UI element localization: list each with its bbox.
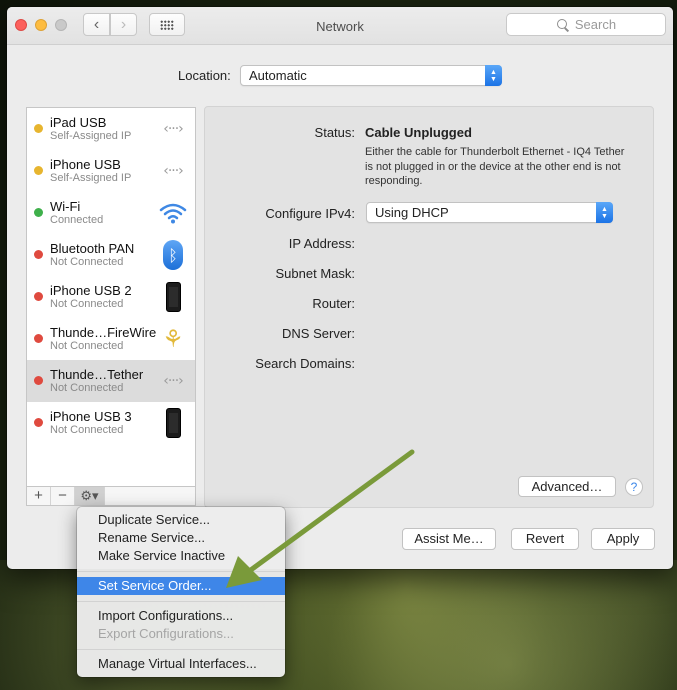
menu-item-make-service-inactive[interactable]: Make Service Inactive	[77, 547, 285, 565]
title-bar: ‹ › Network Search	[7, 7, 673, 45]
dns-server-label: DNS Server:	[282, 326, 355, 341]
search-domains-label: Search Domains:	[255, 356, 355, 371]
configure-ipv4-value: Using DHCP	[375, 205, 449, 220]
configure-ipv4-label: Configure IPv4:	[265, 206, 355, 221]
service-name: Thunde…Tether	[50, 367, 144, 382]
status-dot	[34, 334, 43, 343]
service-list-toolbar: + − ⚙▾	[26, 487, 196, 506]
service-name: iPhone USB 2	[50, 283, 132, 298]
service-name: Thunde…FireWire	[50, 325, 157, 340]
wifi-icon	[157, 197, 189, 229]
service-item-ipad-usb[interactable]: iPad USB Self-Assigned IP ‹···›	[27, 108, 195, 150]
menu-separator	[77, 601, 285, 602]
service-item-bluetooth-pan[interactable]: Bluetooth PAN Not Connected ᛒ	[27, 234, 195, 276]
ethernet-arrows-icon: ‹···›	[163, 163, 184, 179]
gear-context-menu: Duplicate Service... Rename Service... M…	[77, 507, 285, 677]
service-item-wifi[interactable]: Wi-Fi Connected	[27, 192, 195, 234]
status-dot	[34, 124, 43, 133]
assist-me-button[interactable]: Assist Me…	[402, 528, 496, 550]
menu-separator	[77, 649, 285, 650]
configure-ipv4-popup[interactable]: Using DHCP ▲ ▼	[366, 202, 613, 223]
status-dot	[34, 166, 43, 175]
menu-item-import-configurations[interactable]: Import Configurations...	[77, 607, 285, 625]
service-status: Self-Assigned IP	[50, 130, 132, 142]
ip-address-label: IP Address:	[288, 236, 355, 251]
menu-separator	[77, 571, 285, 572]
service-status: Not Connected	[50, 256, 124, 268]
remove-service-button[interactable]: −	[51, 487, 75, 505]
menu-item-manage-virtual-interfaces[interactable]: Manage Virtual Interfaces...	[77, 655, 285, 673]
subnet-mask-label: Subnet Mask:	[275, 266, 356, 281]
status-dot	[34, 292, 43, 301]
gear-menu-button[interactable]: ⚙▾	[75, 487, 105, 505]
service-status: Not Connected	[50, 298, 124, 310]
status-dot	[34, 208, 43, 217]
iphone-icon	[157, 281, 189, 313]
service-item-iphone-usb-2[interactable]: iPhone USB 2 Not Connected	[27, 276, 195, 318]
service-detail-panel: Status: Cable Unplugged Either the cable…	[204, 106, 654, 508]
advanced-button[interactable]: Advanced…	[518, 476, 616, 497]
router-label: Router:	[312, 296, 355, 311]
status-dot	[34, 376, 43, 385]
menu-item-duplicate-service[interactable]: Duplicate Service...	[77, 511, 285, 529]
status-label: Status:	[314, 125, 355, 140]
service-item-thunderbolt-tether[interactable]: Thunde…Tether Not Connected ‹···›	[27, 360, 195, 402]
service-status: Not Connected	[50, 340, 124, 352]
search-icon	[556, 18, 570, 32]
service-name: iPhone USB	[50, 157, 121, 172]
service-name: iPad USB	[50, 115, 107, 130]
menu-item-set-service-order[interactable]: Set Service Order...	[77, 577, 285, 595]
ethernet-arrows-icon: ‹···›	[163, 121, 184, 137]
service-item-thunderbolt-firewire[interactable]: Thunde…FireWire Not Connected ⚘	[27, 318, 195, 360]
service-status: Connected	[50, 214, 104, 226]
help-button[interactable]: ?	[625, 478, 643, 496]
ethernet-arrows-icon: ‹···›	[163, 373, 184, 389]
search-input[interactable]: Search	[506, 13, 666, 36]
add-service-button[interactable]: +	[27, 487, 51, 505]
popup-arrows-icon: ▲ ▼	[596, 202, 613, 223]
service-status: Self-Assigned IP	[50, 172, 132, 184]
service-name: Wi-Fi	[50, 199, 81, 214]
location-label: Location:	[178, 68, 231, 83]
firewire-icon: ⚘	[162, 325, 184, 353]
search-placeholder: Search	[574, 17, 617, 32]
location-value: Automatic	[249, 68, 307, 83]
status-description: Either the cable for Thunderbolt Etherne…	[365, 146, 625, 187]
status-dot	[34, 418, 43, 427]
service-item-iphone-usb[interactable]: iPhone USB Self-Assigned IP ‹···›	[27, 150, 195, 192]
iphone-icon	[157, 407, 189, 439]
service-name: Bluetooth PAN	[50, 241, 135, 256]
menu-item-export-configurations: Export Configurations...	[98, 626, 234, 641]
service-list: iPad USB Self-Assigned IP ‹···› iPhone U…	[26, 107, 196, 487]
menu-item-rename-service[interactable]: Rename Service...	[77, 529, 285, 547]
location-popup[interactable]: Automatic ▲ ▼	[240, 65, 502, 86]
network-preferences-window: ‹ › Network Search Location: Automatic ▲…	[7, 7, 673, 569]
status-dot	[34, 250, 43, 259]
service-name: iPhone USB 3	[50, 409, 132, 424]
service-status: Not Connected	[50, 382, 124, 394]
bluetooth-icon: ᛒ	[157, 239, 189, 271]
popup-arrows-icon: ▲ ▼	[485, 65, 502, 86]
status-value: Cable Unplugged	[365, 125, 472, 140]
apply-button[interactable]: Apply	[591, 528, 655, 550]
service-status: Not Connected	[50, 424, 124, 436]
service-item-iphone-usb-3[interactable]: iPhone USB 3 Not Connected	[27, 402, 195, 444]
revert-button[interactable]: Revert	[511, 528, 579, 550]
